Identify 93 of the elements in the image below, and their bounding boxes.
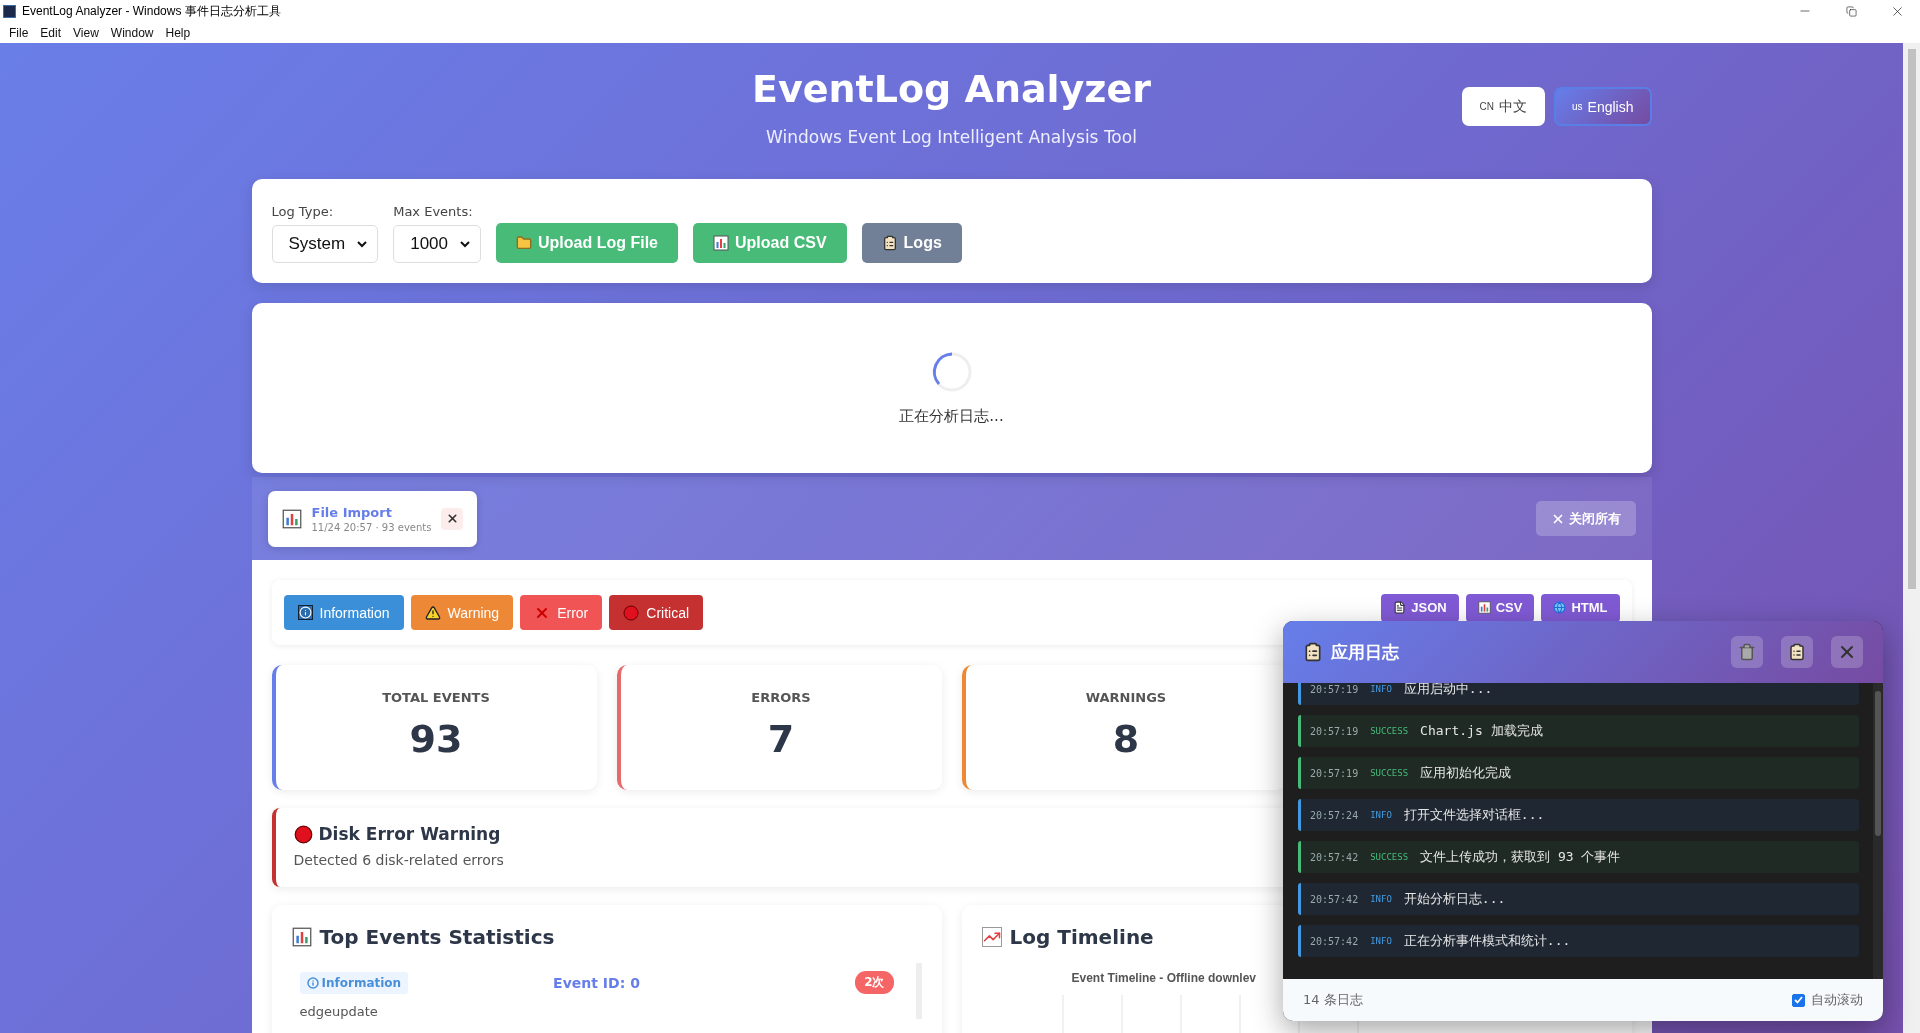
log-level: INFO: [1370, 936, 1392, 946]
bar-chart-icon: [281, 508, 302, 529]
trash-icon: [1738, 643, 1756, 661]
export-button[interactable]: HTML: [1541, 593, 1620, 622]
filter-button[interactable]: Warning: [410, 595, 514, 630]
stat-label: WARNINGS: [1085, 690, 1167, 705]
document-icon: [1393, 601, 1407, 614]
log-message: 打开文件选择对话框...: [1403, 806, 1545, 824]
level-badge: Information: [299, 971, 409, 994]
stat-value: 8: [1112, 717, 1140, 761]
loading-text: 正在分析日志...: [899, 406, 1004, 426]
tab-close-button[interactable]: [441, 507, 464, 530]
auto-scroll-checkbox[interactable]: [1792, 993, 1805, 1007]
log-level: INFO: [1370, 894, 1392, 904]
clipboard-icon: [881, 235, 898, 251]
globe-icon: [1553, 601, 1567, 614]
copy-button[interactable]: [1781, 636, 1813, 668]
restore-icon: [1845, 5, 1857, 17]
card-title: Top Events Statistics: [319, 925, 555, 949]
tab-title: File Import: [311, 504, 393, 520]
field-label: Log Type:: [271, 204, 335, 219]
count-badge: 2次: [855, 971, 894, 994]
log-message: 正在分析事件模式和统计...: [1403, 932, 1571, 950]
filter-button[interactable]: Information: [283, 595, 404, 630]
stat-value: 7: [767, 717, 795, 761]
menu-item[interactable]: Edit: [35, 25, 67, 40]
log-time: 20:57:42: [1310, 851, 1359, 863]
export-button[interactable]: CSV: [1465, 593, 1535, 622]
loading-spinner: [930, 350, 973, 393]
stat-label: TOTAL EVENTS: [382, 690, 490, 705]
close-all-button[interactable]: 关闭所有: [1535, 501, 1636, 536]
dropdown-caret-icon: [460, 240, 470, 248]
stat-label: ERRORS: [751, 690, 811, 705]
app-subtitle: Windows Event Log Intelligent Analysis Tool: [766, 127, 1137, 147]
clear-button[interactable]: [1731, 636, 1763, 668]
close-button[interactable]: [1831, 636, 1863, 668]
log-level: SUCCESS: [1370, 726, 1409, 736]
app-icon: [3, 4, 16, 18]
select-field[interactable]: 1000: [393, 225, 481, 263]
file-tab[interactable]: File Import 11/24 20:57 · 93 events: [267, 490, 478, 547]
log-level: INFO: [1370, 810, 1392, 820]
card-title: Log Timeline: [1009, 925, 1154, 949]
language-button[interactable]: CN 中文: [1461, 87, 1545, 126]
log-message: 应用初始化完成: [1420, 764, 1512, 782]
bar-chart-icon: [713, 235, 729, 251]
log-panel-title: 应用日志: [1331, 640, 1400, 664]
log-message: Chart.js 加载完成: [1420, 722, 1543, 740]
log-time: 20:57:42: [1310, 935, 1359, 947]
bar-chart-icon: [1477, 601, 1491, 614]
language-button[interactable]: us English: [1554, 87, 1652, 126]
log-level: INFO: [1370, 684, 1392, 694]
info-icon: [297, 605, 313, 620]
toolbar-button[interactable]: Logs: [861, 223, 962, 263]
window-title: EventLog Analyzer - Windows 事件日志分析工具: [22, 2, 282, 20]
menu-item[interactable]: Window: [105, 25, 159, 40]
filter-button[interactable]: Error: [520, 595, 603, 630]
filter-button[interactable]: Critical: [609, 595, 704, 630]
log-message: 开始分析日志...: [1403, 890, 1506, 908]
dropdown-caret-icon: [357, 240, 368, 248]
event-source: edgeupdate: [299, 1004, 379, 1019]
close-icon: [445, 512, 459, 525]
log-level: SUCCESS: [1370, 852, 1409, 862]
select-field[interactable]: System: [271, 225, 379, 263]
line-chart-icon: [981, 927, 1002, 947]
clipboard-icon: [1788, 643, 1806, 661]
checkbox-label: 自动滚动: [1811, 991, 1863, 1009]
log-time: 20:57:19: [1310, 725, 1359, 737]
menu-item[interactable]: File: [4, 25, 34, 40]
export-button[interactable]: JSON: [1381, 593, 1459, 622]
menu-item[interactable]: View: [68, 25, 104, 40]
log-message: 文件上传成功，获取到 93 个事件: [1420, 848, 1621, 866]
bar-chart-icon: [291, 927, 312, 947]
menu-item[interactable]: Help: [160, 25, 196, 40]
chart-title: Event Timeline - Offline downlev: [1070, 971, 1256, 985]
field-label: Max Events:: [393, 204, 474, 219]
log-level: SUCCESS: [1370, 768, 1409, 778]
log-time: 20:57:19: [1310, 683, 1359, 695]
stop-sign-icon: [293, 824, 313, 844]
log-count: 14 条日志: [1303, 991, 1363, 1009]
clipboard-icon: [1303, 642, 1323, 662]
stat-value: 93: [409, 717, 463, 761]
app-title: EventLog Analyzer: [752, 67, 1151, 111]
log-time: 20:57:24: [1310, 809, 1359, 821]
folder-icon: [516, 235, 532, 251]
tab-meta: 11/24 20:57 · 93 events: [311, 521, 432, 533]
alert-title: Disk Error Warning: [318, 824, 501, 844]
alert-text: Detected 6 disk-related errors: [293, 852, 504, 868]
info-icon: [306, 976, 319, 989]
stop-sign-icon: [623, 604, 640, 621]
event-id: Event ID: 0: [553, 974, 640, 991]
log-time: 20:57:42: [1310, 893, 1359, 905]
log-time: 20:57:19: [1310, 767, 1359, 779]
warning-icon: [424, 604, 441, 621]
